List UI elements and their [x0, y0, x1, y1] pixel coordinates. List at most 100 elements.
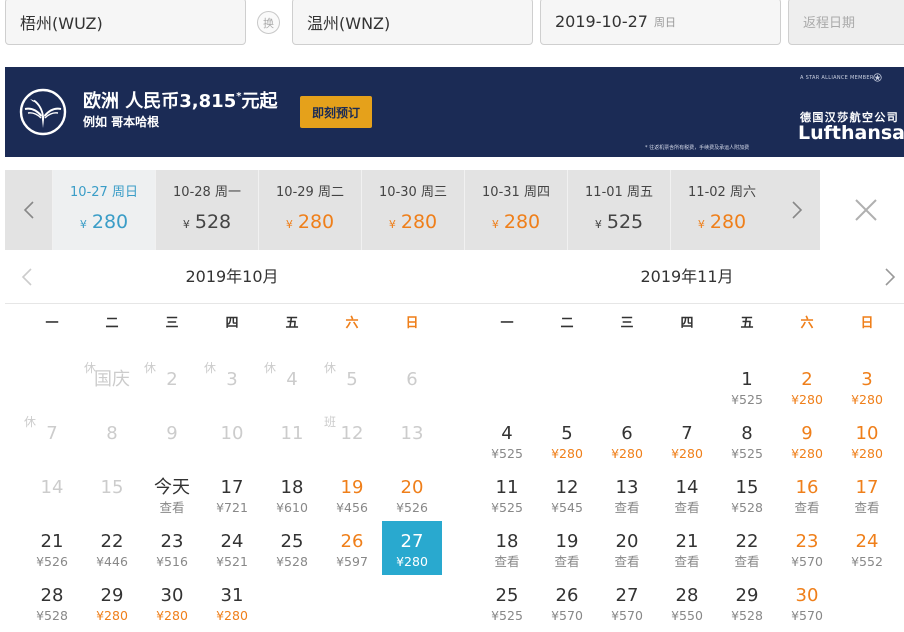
day-grid: 休国庆休 2 休 3 休 4 休 5 6 休 7 8 9 10 11 班 12 13 14 15 今天 查看 17 ¥721 1… — [22, 359, 442, 629]
calendar-day[interactable]: 23 ¥516 — [142, 521, 202, 575]
strip-currency: ¥ — [594, 218, 602, 231]
calendar-day[interactable]: 21 查看 — [657, 521, 717, 575]
swap-cities-button[interactable]: 换 — [257, 11, 280, 34]
arrival-city-value: 温州(WNZ) — [307, 13, 391, 33]
calendar-day[interactable]: 25 ¥528 — [262, 521, 322, 575]
strip-date: 11-02 — [688, 185, 726, 200]
departure-date-input[interactable]: 2019-10-27 周日 — [540, 0, 781, 45]
departure-city-input[interactable]: 梧州(WUZ) — [5, 0, 246, 45]
calendar-day[interactable]: 1 ¥525 — [717, 359, 777, 413]
calendar-day[interactable]: 8 ¥525 — [717, 413, 777, 467]
calendar-day[interactable]: 9 ¥280 — [777, 413, 837, 467]
day-number: 20 — [400, 477, 424, 498]
calendar-day[interactable]: 7 ¥280 — [657, 413, 717, 467]
day-number: 10 — [855, 423, 879, 444]
calendar-day[interactable]: 28 ¥550 — [657, 575, 717, 629]
calendar-day[interactable]: 27 ¥570 — [597, 575, 657, 629]
calendar-day[interactable]: 24 ¥521 — [202, 521, 262, 575]
strip-price: 280 — [297, 211, 335, 233]
calendar-day[interactable]: 11 ¥525 — [477, 467, 537, 521]
lufthansa-crane-icon — [19, 88, 67, 136]
weekday-label: 一 — [500, 316, 514, 331]
strip-prev-button[interactable] — [5, 170, 52, 250]
calendar-day[interactable]: 2 ¥280 — [777, 359, 837, 413]
day-price: ¥528 — [36, 608, 68, 623]
calendar-day[interactable]: 26 ¥597 — [322, 521, 382, 575]
day-price: ¥570 — [791, 608, 823, 623]
calendar-day[interactable]: 22 查看 — [717, 521, 777, 575]
day-price: 查看 — [494, 554, 520, 569]
strip-weekday: 周二 — [317, 185, 344, 200]
day-price: 查看 — [614, 500, 640, 515]
day-number: 6 — [406, 369, 418, 390]
calendar-day[interactable]: 12 ¥545 — [537, 467, 597, 521]
lufthansa-ad-banner[interactable]: 欧洲 人民币3,815*元起 例如 哥本哈根 即刻预订 A STAR ALLIA… — [5, 67, 904, 157]
calendar-day[interactable]: 19 ¥456 — [322, 467, 382, 521]
calendar-day[interactable]: 17 查看 — [837, 467, 897, 521]
banner-region: 欧洲 — [83, 91, 119, 112]
day-number: 4 — [286, 369, 298, 390]
calendar-day[interactable]: 6 ¥280 — [597, 413, 657, 467]
calendar-day[interactable]: 31 ¥280 — [202, 575, 262, 629]
day-price: ¥525 — [731, 392, 763, 407]
day-number: 国庆 — [94, 369, 130, 390]
day-number: 9 — [166, 423, 178, 444]
day-price: ¥526 — [36, 554, 68, 569]
weekday-label: 三 — [620, 316, 634, 331]
strip-date-item[interactable]: 11-02 周六 ¥280 — [670, 170, 773, 250]
calendar-day[interactable]: 30 ¥280 — [142, 575, 202, 629]
return-date-input[interactable]: 返程日期 — [788, 0, 904, 45]
calendar-day[interactable]: 28 ¥528 — [22, 575, 82, 629]
strip-date-item[interactable]: 10-27 周日 ¥280 — [52, 170, 155, 250]
month-title: 2019年11月 — [640, 267, 734, 286]
calendar-day[interactable]: 29 ¥280 — [82, 575, 142, 629]
calendar-day[interactable]: 10 ¥280 — [837, 413, 897, 467]
month-title: 2019年10月 — [185, 267, 279, 286]
weekday-label: 日 — [860, 316, 874, 331]
day-price: 查看 — [794, 500, 820, 515]
day-number: 23 — [160, 531, 184, 552]
calendar-day[interactable]: 18 查看 — [477, 521, 537, 575]
calendar-day[interactable]: 26 ¥570 — [537, 575, 597, 629]
calendar-day[interactable]: 30 ¥570 — [777, 575, 837, 629]
calendar-day[interactable]: 4 ¥525 — [477, 413, 537, 467]
strip-date-item[interactable]: 10-29 周二 ¥280 — [258, 170, 361, 250]
calendar-day[interactable]: 21 ¥526 — [22, 521, 82, 575]
calendar-day[interactable]: 29 ¥528 — [717, 575, 777, 629]
book-now-button[interactable]: 即刻预订 — [300, 96, 372, 128]
day-number: 3 — [226, 369, 238, 390]
calendar-day[interactable]: 20 查看 — [597, 521, 657, 575]
calendar-day[interactable]: 18 ¥610 — [262, 467, 322, 521]
calendar-day[interactable]: 27 ¥280 — [382, 521, 442, 575]
day-number: 14 — [675, 477, 699, 498]
close-calendar-button[interactable] — [820, 170, 904, 250]
day-number: 13 — [400, 423, 424, 444]
calendar-day[interactable]: 13 查看 — [597, 467, 657, 521]
calendar-day[interactable]: 25 ¥525 — [477, 575, 537, 629]
day-number: 今天 — [154, 477, 190, 498]
calendar-day[interactable]: 3 ¥280 — [837, 359, 897, 413]
calendar-day[interactable]: 20 ¥526 — [382, 467, 442, 521]
calendar-day[interactable]: 23 ¥570 — [777, 521, 837, 575]
strip-next-button[interactable] — [773, 170, 820, 250]
calendar-day[interactable]: 16 查看 — [777, 467, 837, 521]
calendar-day[interactable]: 今天 查看 — [142, 467, 202, 521]
strip-date-item[interactable]: 10-31 周四 ¥280 — [464, 170, 567, 250]
calendar-day[interactable]: 17 ¥721 — [202, 467, 262, 521]
calendar-day: 11 — [262, 413, 322, 467]
strip-date-item[interactable]: 10-30 周三 ¥280 — [361, 170, 464, 250]
strip-date: 10-28 — [173, 185, 211, 200]
calendar-day[interactable]: 24 ¥552 — [837, 521, 897, 575]
arrival-city-input[interactable]: 温州(WNZ) — [292, 0, 533, 45]
calendar-day[interactable]: 15 ¥528 — [717, 467, 777, 521]
strip-date-item[interactable]: 11-01 周五 ¥525 — [567, 170, 670, 250]
calendar-day[interactable]: 22 ¥446 — [82, 521, 142, 575]
day-price: ¥525 — [491, 446, 523, 461]
calendar-day[interactable]: 14 查看 — [657, 467, 717, 521]
day-price: ¥280 — [791, 446, 823, 461]
calendar-day[interactable]: 19 查看 — [537, 521, 597, 575]
banner-price-suffix: 元起 — [241, 91, 278, 112]
strip-date-item[interactable]: 10-28 周一 ¥528 — [155, 170, 258, 250]
day-number: 25 — [280, 531, 304, 552]
calendar-day[interactable]: 5 ¥280 — [537, 413, 597, 467]
